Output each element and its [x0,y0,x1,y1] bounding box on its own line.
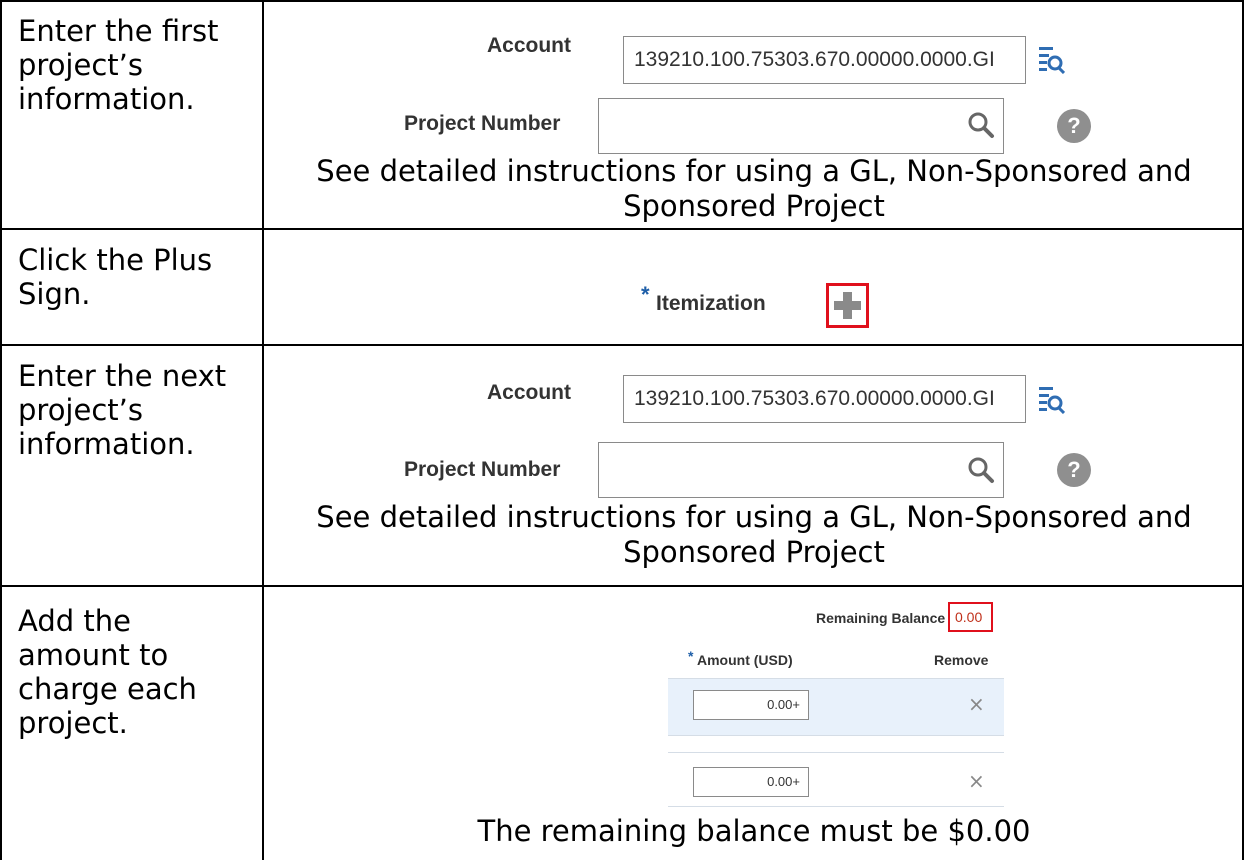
project-number-field[interactable] [598,442,1004,498]
account-field[interactable]: 139210.100.75303.670.00000.0000.GI [623,36,1026,84]
search-icon[interactable] [966,110,996,140]
step-3-note: See detailed instructions for using a GL… [316,500,1192,569]
help-icon[interactable]: ? [1057,109,1091,143]
remaining-balance-label: Remaining Balance [816,610,946,626]
search-icon[interactable] [966,455,996,485]
required-asterisk: * [641,282,650,307]
remove-column-header: Remove [934,652,989,668]
table-border-left [0,0,2,860]
remaining-balance-value: 0.00 [955,609,983,625]
step-3-instruction: Enter the next project’s information. [18,359,227,461]
amount-row-2-bottom [668,806,1004,807]
step-2-instruction: Click the Plus Sign. [18,243,213,311]
step-1-instruction: Enter the first project’s information. [18,14,219,116]
account-label: Account [487,381,571,404]
step-1-note: See detailed instructions for using a GL… [316,154,1192,223]
project-number-label: Project Number [404,112,561,135]
account-label: Account [487,34,571,57]
table-border-top [0,0,1244,2]
amount-input[interactable]: 0.00+ [693,690,809,720]
itemization-label: Itemization [656,292,766,315]
account-lookup-icon[interactable] [1037,44,1066,75]
column-divider [262,0,264,860]
row-divider-1 [0,228,1244,230]
amount-column-header: Amount (USD) [697,652,793,668]
project-number-label: Project Number [404,458,561,481]
remove-icon[interactable]: × [968,692,985,716]
plus-icon[interactable] [833,291,862,320]
amount-input[interactable]: 0.00+ [693,767,809,797]
step-4-note: The remaining balance must be $0.00 [477,814,1031,848]
row-divider-2 [0,344,1244,346]
amount-row-2-divider [668,752,1004,753]
project-number-field[interactable] [598,98,1004,154]
remove-icon[interactable]: × [968,769,985,793]
row-divider-3 [0,585,1244,587]
table-border-right [1242,0,1244,860]
account-lookup-icon[interactable] [1037,384,1066,415]
required-asterisk: * [688,648,694,664]
step-4-instruction: Add the amount to charge each project. [18,604,197,740]
account-field[interactable]: 139210.100.75303.670.00000.0000.GI [623,375,1026,423]
help-icon[interactable]: ? [1057,453,1091,487]
